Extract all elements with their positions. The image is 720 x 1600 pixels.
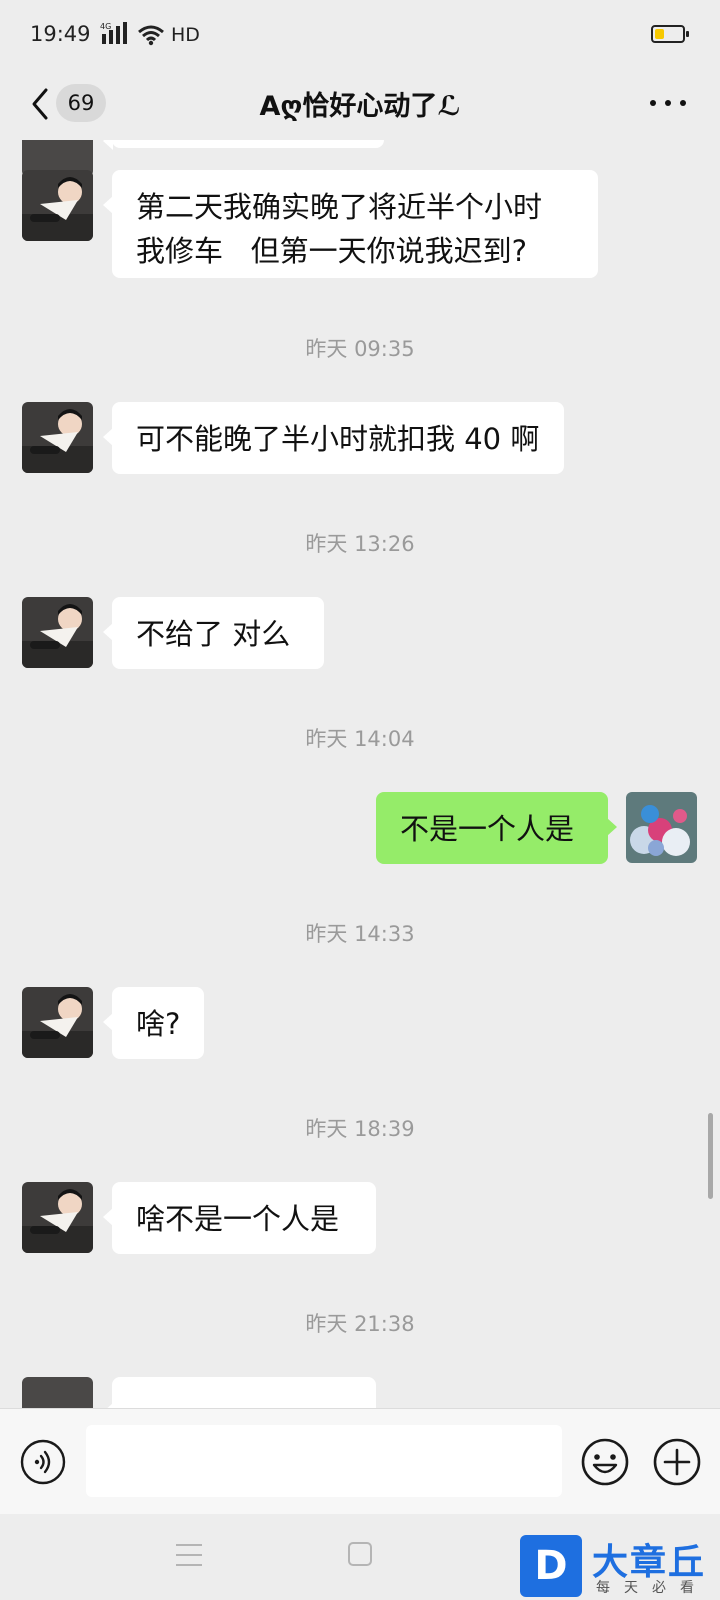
message-timestamp: 昨天 14:33: [305, 922, 415, 946]
watermark-logo-mark: D: [520, 1535, 582, 1597]
message-bubble[interactable]: 啥?: [103, 987, 204, 1059]
message-input[interactable]: [86, 1425, 562, 1497]
cellular-signal-icon: 4G: [100, 22, 127, 44]
wifi-icon: [138, 25, 164, 46]
battery-icon: [651, 25, 689, 43]
message-bubble[interactable]: 第二天我确实晚了将近半个小时 我修车 但第一天你说我迟到?: [103, 170, 598, 278]
chat-scrollbar[interactable]: [708, 1113, 713, 1199]
plus-icon[interactable]: [652, 1437, 702, 1487]
message-timestamp: 昨天 09:35: [305, 337, 415, 361]
flowers-avatar-image: [626, 792, 697, 863]
message-timestamp: 昨天 14:04: [305, 727, 415, 751]
message-bubble[interactable]: 可不能晚了半小时就扣我 40 啊: [103, 402, 564, 474]
contact-avatar[interactable]: [22, 987, 93, 1058]
more-icon[interactable]: [648, 92, 688, 116]
kid-avatar-image: [22, 170, 93, 241]
message-line: 第二天我确实晚了将近半个小时: [136, 190, 543, 224]
message-timestamp: 昨天 13:26: [305, 532, 415, 556]
status-time: 19:49: [30, 22, 91, 46]
contact-avatar[interactable]: [22, 597, 93, 668]
home-icon[interactable]: [348, 1542, 372, 1566]
status-bar: 19:49 4G HD: [0, 0, 720, 72]
my-avatar[interactable]: [626, 792, 697, 863]
my-message-bubble[interactable]: 不是一个人是: [376, 792, 617, 864]
emoji-icon[interactable]: [580, 1437, 630, 1487]
message-bubble[interactable]: 啥不是一个人是: [103, 1182, 376, 1254]
unread-count-badge[interactable]: 69: [56, 84, 106, 122]
message-bubble[interactable]: 不给了 对么: [103, 597, 324, 669]
message-line: 我修车 但第一天你说我迟到?: [136, 234, 528, 268]
hd-indicator: HD: [171, 24, 200, 46]
chat-title: Aღ恰好心动了ℒ: [259, 91, 461, 122]
battery-level: [655, 29, 664, 39]
contact-avatar[interactable]: [22, 402, 93, 473]
message-bubble-partial[interactable]: [103, 140, 384, 150]
back-chevron-icon[interactable]: [26, 86, 56, 122]
menu-icon[interactable]: [176, 1544, 202, 1566]
contact-avatar[interactable]: [22, 170, 93, 241]
message-bubble-partial[interactable]: [103, 1377, 376, 1408]
contact-avatar[interactable]: [22, 1182, 93, 1253]
chat-message-list[interactable]: 第二天我确实晚了将近半个小时 我修车 但第一天你说我迟到? 昨天 09:35 可…: [0, 140, 720, 1408]
message-timestamp: 昨天 21:38: [305, 1312, 415, 1336]
message-timestamp: 昨天 18:39: [305, 1117, 415, 1141]
contact-avatar[interactable]: [22, 1377, 93, 1408]
network-type-label: 4G: [100, 22, 111, 31]
chat-header: 69 Aღ恰好心动了ℒ: [0, 72, 720, 140]
watermark-slogan: 每天必看: [596, 1580, 708, 1596]
watermark-logo: D 大章丘 每天必看: [520, 1535, 720, 1600]
chat-input-bar: [0, 1408, 720, 1515]
voice-icon[interactable]: [20, 1439, 66, 1485]
